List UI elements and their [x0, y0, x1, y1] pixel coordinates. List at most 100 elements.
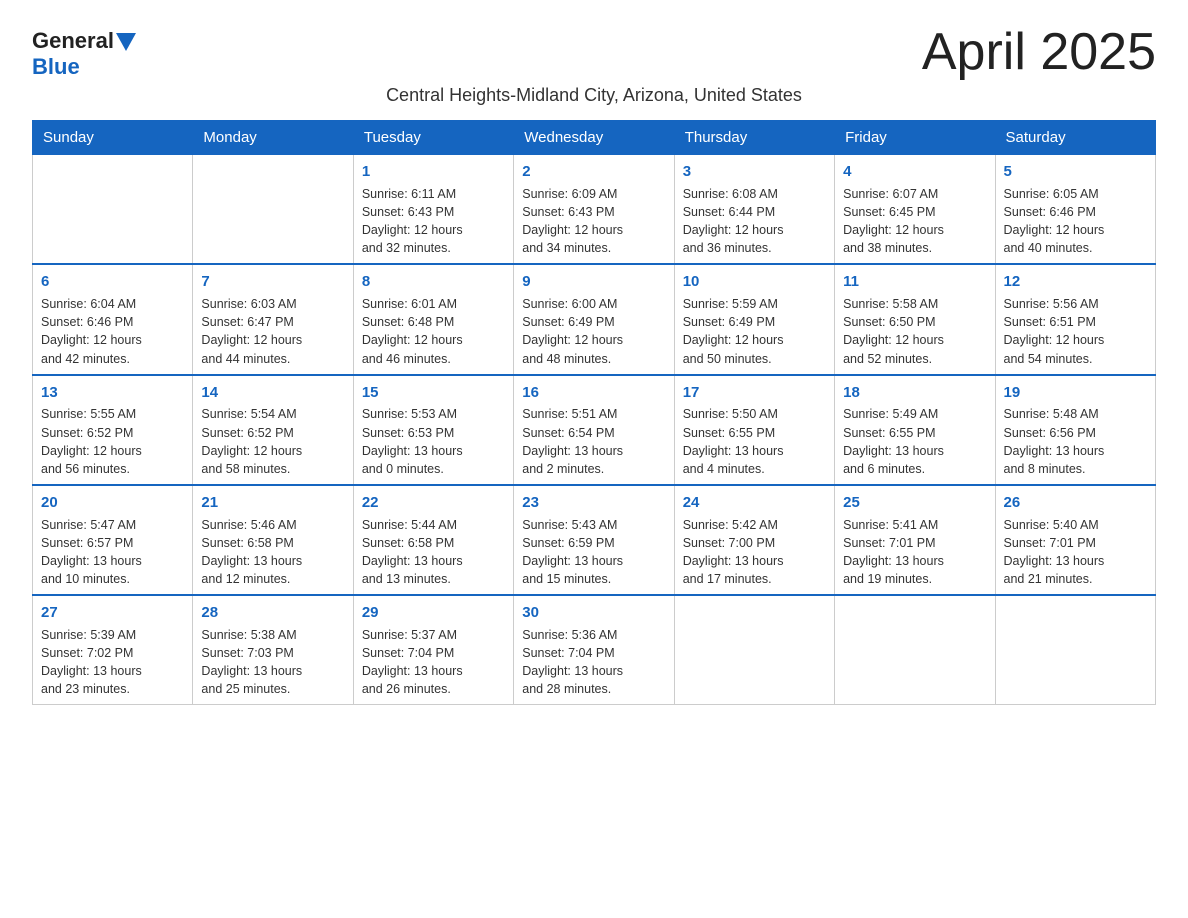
- calendar-header-monday: Monday: [193, 121, 353, 155]
- calendar-day-cell: 3Sunrise: 6:08 AM Sunset: 6:44 PM Daylig…: [674, 155, 834, 265]
- day-info: Sunrise: 5:36 AM Sunset: 7:04 PM Dayligh…: [522, 626, 665, 699]
- day-info: Sunrise: 5:55 AM Sunset: 6:52 PM Dayligh…: [41, 405, 184, 478]
- day-number: 7: [201, 271, 344, 293]
- day-number: 18: [843, 382, 986, 404]
- calendar-header-thursday: Thursday: [674, 121, 834, 155]
- calendar-day-cell: 12Sunrise: 5:56 AM Sunset: 6:51 PM Dayli…: [995, 264, 1155, 374]
- day-info: Sunrise: 5:43 AM Sunset: 6:59 PM Dayligh…: [522, 516, 665, 589]
- calendar-day-cell: 30Sunrise: 5:36 AM Sunset: 7:04 PM Dayli…: [514, 595, 674, 705]
- day-number: 22: [362, 492, 505, 514]
- calendar-day-cell: [835, 595, 995, 705]
- day-number: 30: [522, 602, 665, 624]
- calendar-day-cell: 25Sunrise: 5:41 AM Sunset: 7:01 PM Dayli…: [835, 485, 995, 595]
- calendar-day-cell: 26Sunrise: 5:40 AM Sunset: 7:01 PM Dayli…: [995, 485, 1155, 595]
- calendar-week-row: 13Sunrise: 5:55 AM Sunset: 6:52 PM Dayli…: [33, 375, 1156, 485]
- page-title: April 2025: [922, 24, 1156, 81]
- calendar-day-cell: 17Sunrise: 5:50 AM Sunset: 6:55 PM Dayli…: [674, 375, 834, 485]
- calendar-day-cell: 23Sunrise: 5:43 AM Sunset: 6:59 PM Dayli…: [514, 485, 674, 595]
- day-info: Sunrise: 6:04 AM Sunset: 6:46 PM Dayligh…: [41, 295, 184, 368]
- calendar-day-cell: 9Sunrise: 6:00 AM Sunset: 6:49 PM Daylig…: [514, 264, 674, 374]
- day-info: Sunrise: 5:44 AM Sunset: 6:58 PM Dayligh…: [362, 516, 505, 589]
- day-info: Sunrise: 6:08 AM Sunset: 6:44 PM Dayligh…: [683, 185, 826, 258]
- calendar-week-row: 27Sunrise: 5:39 AM Sunset: 7:02 PM Dayli…: [33, 595, 1156, 705]
- day-info: Sunrise: 5:54 AM Sunset: 6:52 PM Dayligh…: [201, 405, 344, 478]
- calendar-day-cell: 15Sunrise: 5:53 AM Sunset: 6:53 PM Dayli…: [353, 375, 513, 485]
- logo-blue: Blue: [32, 54, 80, 79]
- day-number: 13: [41, 382, 184, 404]
- day-info: Sunrise: 6:05 AM Sunset: 6:46 PM Dayligh…: [1004, 185, 1147, 258]
- day-info: Sunrise: 5:49 AM Sunset: 6:55 PM Dayligh…: [843, 405, 986, 478]
- calendar-day-cell: 19Sunrise: 5:48 AM Sunset: 6:56 PM Dayli…: [995, 375, 1155, 485]
- day-info: Sunrise: 6:11 AM Sunset: 6:43 PM Dayligh…: [362, 185, 505, 258]
- day-info: Sunrise: 6:00 AM Sunset: 6:49 PM Dayligh…: [522, 295, 665, 368]
- day-number: 4: [843, 161, 986, 183]
- calendar-day-cell: 21Sunrise: 5:46 AM Sunset: 6:58 PM Dayli…: [193, 485, 353, 595]
- day-info: Sunrise: 5:59 AM Sunset: 6:49 PM Dayligh…: [683, 295, 826, 368]
- day-number: 24: [683, 492, 826, 514]
- calendar-header-sunday: Sunday: [33, 121, 193, 155]
- day-number: 29: [362, 602, 505, 624]
- calendar-week-row: 6Sunrise: 6:04 AM Sunset: 6:46 PM Daylig…: [33, 264, 1156, 374]
- day-number: 20: [41, 492, 184, 514]
- day-info: Sunrise: 5:58 AM Sunset: 6:50 PM Dayligh…: [843, 295, 986, 368]
- day-info: Sunrise: 5:42 AM Sunset: 7:00 PM Dayligh…: [683, 516, 826, 589]
- day-number: 21: [201, 492, 344, 514]
- logo-triangle-icon: [116, 33, 136, 51]
- day-number: 5: [1004, 161, 1147, 183]
- calendar-day-cell: 27Sunrise: 5:39 AM Sunset: 7:02 PM Dayli…: [33, 595, 193, 705]
- day-info: Sunrise: 6:01 AM Sunset: 6:48 PM Dayligh…: [362, 295, 505, 368]
- logo-general: General: [32, 28, 114, 53]
- calendar-day-cell: 6Sunrise: 6:04 AM Sunset: 6:46 PM Daylig…: [33, 264, 193, 374]
- day-info: Sunrise: 5:53 AM Sunset: 6:53 PM Dayligh…: [362, 405, 505, 478]
- calendar-header-wednesday: Wednesday: [514, 121, 674, 155]
- day-number: 9: [522, 271, 665, 293]
- logo: General Blue: [32, 28, 136, 80]
- calendar-day-cell: 4Sunrise: 6:07 AM Sunset: 6:45 PM Daylig…: [835, 155, 995, 265]
- calendar-header-saturday: Saturday: [995, 121, 1155, 155]
- day-info: Sunrise: 5:50 AM Sunset: 6:55 PM Dayligh…: [683, 405, 826, 478]
- day-number: 1: [362, 161, 505, 183]
- logo-text: General Blue: [32, 28, 136, 80]
- calendar-day-cell: 16Sunrise: 5:51 AM Sunset: 6:54 PM Dayli…: [514, 375, 674, 485]
- calendar-table: SundayMondayTuesdayWednesdayThursdayFrid…: [32, 120, 1156, 705]
- day-info: Sunrise: 5:37 AM Sunset: 7:04 PM Dayligh…: [362, 626, 505, 699]
- day-number: 12: [1004, 271, 1147, 293]
- calendar-day-cell: 1Sunrise: 6:11 AM Sunset: 6:43 PM Daylig…: [353, 155, 513, 265]
- day-number: 2: [522, 161, 665, 183]
- day-number: 16: [522, 382, 665, 404]
- calendar-day-cell: 14Sunrise: 5:54 AM Sunset: 6:52 PM Dayli…: [193, 375, 353, 485]
- day-number: 26: [1004, 492, 1147, 514]
- calendar-week-row: 1Sunrise: 6:11 AM Sunset: 6:43 PM Daylig…: [33, 155, 1156, 265]
- day-number: 11: [843, 271, 986, 293]
- day-info: Sunrise: 5:48 AM Sunset: 6:56 PM Dayligh…: [1004, 405, 1147, 478]
- day-info: Sunrise: 5:41 AM Sunset: 7:01 PM Dayligh…: [843, 516, 986, 589]
- calendar-day-cell: [33, 155, 193, 265]
- day-info: Sunrise: 6:07 AM Sunset: 6:45 PM Dayligh…: [843, 185, 986, 258]
- day-info: Sunrise: 5:51 AM Sunset: 6:54 PM Dayligh…: [522, 405, 665, 478]
- calendar-day-cell: [995, 595, 1155, 705]
- calendar-day-cell: 18Sunrise: 5:49 AM Sunset: 6:55 PM Dayli…: [835, 375, 995, 485]
- calendar-header-row: SundayMondayTuesdayWednesdayThursdayFrid…: [33, 121, 1156, 155]
- day-info: Sunrise: 5:38 AM Sunset: 7:03 PM Dayligh…: [201, 626, 344, 699]
- day-number: 8: [362, 271, 505, 293]
- calendar-day-cell: 20Sunrise: 5:47 AM Sunset: 6:57 PM Dayli…: [33, 485, 193, 595]
- day-info: Sunrise: 5:40 AM Sunset: 7:01 PM Dayligh…: [1004, 516, 1147, 589]
- day-number: 17: [683, 382, 826, 404]
- calendar-day-cell: 11Sunrise: 5:58 AM Sunset: 6:50 PM Dayli…: [835, 264, 995, 374]
- day-number: 23: [522, 492, 665, 514]
- calendar-day-cell: 28Sunrise: 5:38 AM Sunset: 7:03 PM Dayli…: [193, 595, 353, 705]
- calendar-day-cell: 8Sunrise: 6:01 AM Sunset: 6:48 PM Daylig…: [353, 264, 513, 374]
- day-number: 6: [41, 271, 184, 293]
- day-info: Sunrise: 6:09 AM Sunset: 6:43 PM Dayligh…: [522, 185, 665, 258]
- day-info: Sunrise: 5:39 AM Sunset: 7:02 PM Dayligh…: [41, 626, 184, 699]
- day-number: 19: [1004, 382, 1147, 404]
- day-number: 3: [683, 161, 826, 183]
- calendar-day-cell: 22Sunrise: 5:44 AM Sunset: 6:58 PM Dayli…: [353, 485, 513, 595]
- calendar-day-cell: [674, 595, 834, 705]
- day-number: 28: [201, 602, 344, 624]
- page-subtitle: Central Heights-Midland City, Arizona, U…: [32, 85, 1156, 106]
- calendar-day-cell: 13Sunrise: 5:55 AM Sunset: 6:52 PM Dayli…: [33, 375, 193, 485]
- calendar-day-cell: 10Sunrise: 5:59 AM Sunset: 6:49 PM Dayli…: [674, 264, 834, 374]
- calendar-day-cell: [193, 155, 353, 265]
- calendar-day-cell: 29Sunrise: 5:37 AM Sunset: 7:04 PM Dayli…: [353, 595, 513, 705]
